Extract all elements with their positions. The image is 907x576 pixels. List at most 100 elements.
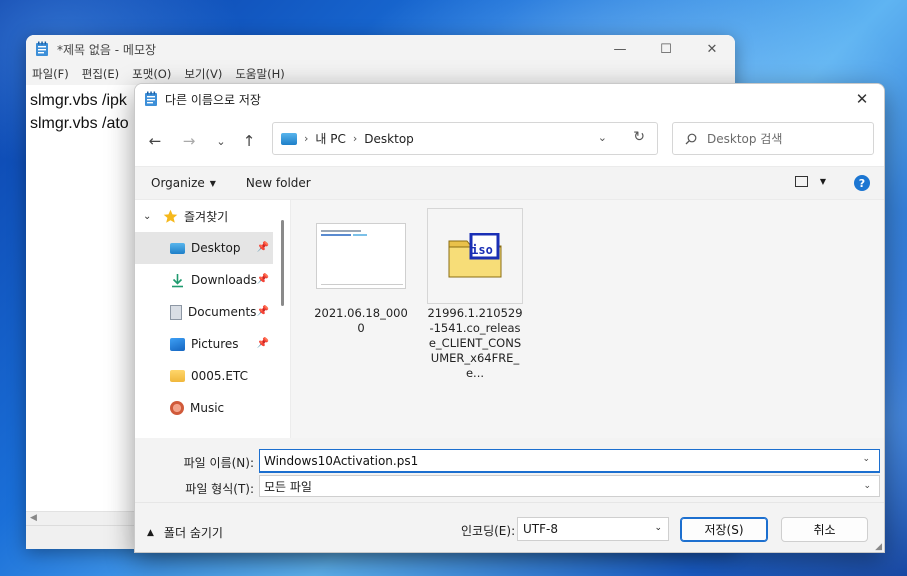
caret-down-icon: ▼ — [209, 178, 216, 188]
sidebar-item-pictures[interactable]: Pictures 📌 — [135, 328, 290, 360]
iso-badge: iso — [471, 243, 493, 257]
file-item-iso[interactable]: iso 21996.1.210529-1541.co_release_CLIEN… — [427, 208, 523, 381]
file-name: 2021.06.18_0000 — [314, 306, 408, 335]
chevron-down-icon[interactable]: ⌄ — [862, 454, 870, 464]
menu-help[interactable]: 도움말(H) — [235, 66, 284, 82]
computer-icon — [281, 132, 297, 145]
screenshot-thumbnail-icon — [316, 223, 406, 289]
filetype-select[interactable]: 모든 파일 ⌄ — [259, 475, 880, 497]
sidebar-item-label: Documents — [188, 305, 257, 319]
folder-icon — [170, 370, 185, 382]
sidebar-item-documents[interactable]: Documents 📌 — [135, 296, 290, 328]
chevron-down-icon[interactable]: ⌄ — [598, 131, 607, 144]
file-list-scrollbar[interactable] — [872, 200, 884, 438]
address-bar[interactable]: › 내 PC › Desktop ⌄ ↻ — [272, 122, 658, 155]
chevron-down-icon: ⌄ — [863, 481, 871, 491]
file-thumbnail — [313, 208, 409, 304]
save-as-dialog: 다른 이름으로 저장 ✕ ← → ⌄ ↑ › 내 PC › Desktop ⌄ … — [134, 83, 885, 553]
navigation-scrollbar[interactable] — [280, 202, 286, 438]
star-icon — [163, 209, 178, 224]
chevron-up-icon: ▲ — [147, 527, 154, 538]
save-button[interactable]: 저장(S) — [680, 517, 768, 542]
maximize-button[interactable]: ☐ — [643, 35, 689, 63]
organize-button[interactable]: Organize ▼ — [151, 176, 216, 190]
pin-icon: 📌 — [256, 338, 269, 349]
sidebar-item-label: Pictures — [191, 337, 239, 351]
encoding-value: UTF-8 — [523, 522, 558, 536]
new-folder-button[interactable]: New folder — [246, 176, 311, 190]
menu-format[interactable]: 포맷(O) — [132, 66, 171, 82]
dialog-titlebar[interactable]: 다른 이름으로 저장 ✕ — [135, 84, 884, 114]
notepad-menubar: 파일(F) 편집(E) 포맷(O) 보기(V) 도움말(H) — [26, 63, 735, 85]
file-thumbnail: iso — [427, 208, 523, 304]
sidebar-item-label: Downloads — [191, 273, 257, 287]
forward-button[interactable]: → — [177, 130, 201, 152]
chevron-right-icon: › — [352, 132, 358, 145]
back-button[interactable]: ← — [143, 130, 167, 152]
quick-access-header[interactable]: ⌄ 즐겨찾기 — [135, 200, 290, 232]
close-button[interactable]: ✕ — [689, 35, 735, 63]
file-item-screenshot[interactable]: 2021.06.18_0000 — [313, 208, 409, 336]
help-icon[interactable]: ? — [854, 175, 870, 191]
sidebar-item-label: 0005.ETC — [191, 369, 248, 383]
caret-down-icon: ▼ — [819, 177, 826, 186]
download-icon — [170, 273, 185, 288]
filetype-label: 파일 형식(T): — [185, 482, 254, 496]
sidebar-item-label: Music — [190, 401, 225, 415]
menu-view[interactable]: 보기(V) — [184, 66, 222, 82]
filename-label: 파일 이름(N): — [183, 456, 254, 470]
pictures-icon — [170, 337, 185, 351]
pin-icon: 📌 — [256, 242, 269, 253]
view-icon — [794, 176, 808, 187]
change-view-button[interactable]: ▼ — [794, 176, 826, 187]
documents-icon — [170, 304, 182, 320]
desktop-icon — [170, 242, 185, 254]
encoding-select[interactable]: UTF-8 ⌄ — [517, 517, 669, 541]
dialog-close-button[interactable]: ✕ — [840, 84, 884, 114]
file-list[interactable]: 2021.06.18_0000 iso 21996.1.210529-1541.… — [290, 200, 884, 438]
file-name: 21996.1.210529-1541.co_release_CLIENT_CO… — [427, 306, 523, 380]
notepad-icon — [144, 91, 158, 107]
sidebar-item-label: Desktop — [191, 241, 241, 255]
menu-file[interactable]: 파일(F) — [32, 66, 69, 82]
recent-locations-button[interactable]: ⌄ — [209, 130, 233, 152]
chevron-down-icon: ⌄ — [654, 523, 662, 533]
filename-area: 파일 이름(N): ⌄ 파일 형식(T): 모든 파일 ⌄ — [135, 438, 884, 502]
search-box[interactable]: Desktop 검색 — [672, 122, 874, 155]
menu-edit[interactable]: 편집(E) — [82, 66, 119, 82]
sidebar-item-etc-folder[interactable]: 0005.ETC — [135, 360, 290, 392]
navigation-bar: ← → ⌄ ↑ › 내 PC › Desktop ⌄ ↻ Desktop 검색 — [135, 114, 884, 166]
organize-label: Organize — [151, 176, 205, 190]
resize-grip-icon[interactable]: ◢ — [875, 542, 882, 552]
breadcrumb-desktop[interactable]: Desktop — [364, 132, 414, 146]
dialog-body: ⌄ 즐겨찾기 Desktop 📌 Downloads 📌 Documents 📌… — [135, 200, 884, 438]
notepad-titlebar[interactable]: *제목 없음 - 메모장 — ☐ ✕ — [26, 35, 735, 63]
up-button[interactable]: ↑ — [237, 130, 261, 152]
scrollbar-thumb[interactable] — [281, 220, 284, 306]
search-icon — [685, 133, 697, 145]
refresh-icon[interactable]: ↻ — [633, 129, 645, 145]
pin-icon: 📌 — [256, 274, 269, 285]
cancel-button[interactable]: 취소 — [781, 517, 868, 542]
notepad-icon — [35, 41, 49, 57]
sidebar-item-music[interactable]: Music — [135, 392, 290, 424]
encoding-label: 인코딩(E): — [461, 524, 516, 538]
music-icon — [170, 401, 184, 415]
chevron-down-icon[interactable]: ⌄ — [143, 211, 155, 222]
hide-folders-button[interactable]: ▲ 폴더 숨기기 — [147, 524, 223, 541]
dialog-title: 다른 이름으로 저장 — [165, 92, 261, 107]
chevron-right-icon: › — [304, 132, 309, 145]
filename-input[interactable] — [259, 449, 880, 473]
search-input[interactable]: Desktop 검색 — [707, 130, 782, 147]
sidebar-item-desktop[interactable]: Desktop 📌 — [135, 232, 273, 264]
breadcrumb-this-pc[interactable]: 내 PC — [315, 130, 345, 147]
dialog-footer: ▲ 폴더 숨기기 인코딩(E): UTF-8 ⌄ 저장(S) 취소 ◢ — [135, 502, 884, 552]
navigation-pane: ⌄ 즐겨찾기 Desktop 📌 Downloads 📌 Documents 📌… — [135, 200, 290, 438]
scroll-left-icon[interactable]: ◀ — [30, 513, 37, 523]
minimize-button[interactable]: — — [597, 35, 643, 63]
filetype-value: 모든 파일 — [264, 479, 312, 494]
dialog-toolbar: Organize ▼ New folder ▼ ? — [135, 166, 884, 200]
pin-icon: 📌 — [256, 306, 269, 317]
sidebar-item-downloads[interactable]: Downloads 📌 — [135, 264, 290, 296]
hide-folders-label: 폴더 숨기기 — [163, 526, 223, 540]
